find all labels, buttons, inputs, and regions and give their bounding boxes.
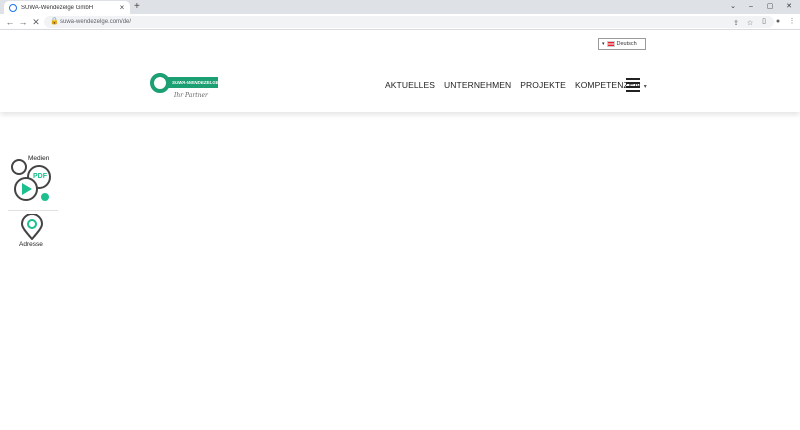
window-minimize-button[interactable]: – xyxy=(742,0,760,14)
logo-ring-icon xyxy=(150,73,170,93)
window-close-button[interactable]: ✕ xyxy=(780,0,798,14)
location-pin-icon xyxy=(20,214,44,240)
side-panel-icon[interactable]: ▯ xyxy=(758,16,770,28)
logo-signature: Ihr Partner xyxy=(174,92,208,99)
forward-button[interactable]: → xyxy=(17,16,29,28)
stop-loading-button[interactable]: ✕ xyxy=(30,16,42,28)
site-header: ▾ Deutsch SUWA-WENDEZELGE Ihr Partner AK… xyxy=(0,30,800,112)
lock-icon[interactable]: 🔒 xyxy=(50,18,59,26)
hamburger-line xyxy=(626,90,640,92)
nav-aktuelles[interactable]: AKTUELLES xyxy=(385,80,435,90)
new-tab-button[interactable]: + xyxy=(134,1,140,13)
tab-search-icon[interactable]: ⌄ xyxy=(724,0,742,14)
adresse-label: Adresse xyxy=(19,241,43,248)
pdf-badge: PDF xyxy=(33,173,47,180)
browser-tabstrip: SUWA-Wendezelge GmbH × + ⌄ – ▢ ✕ xyxy=(0,0,800,14)
language-selector[interactable]: ▾ Deutsch xyxy=(598,38,646,50)
austria-flag-icon xyxy=(606,41,615,47)
hamburger-line xyxy=(626,82,640,84)
main-navigation: AKTUELLES UNTERNEHMEN PROJEKTE KOMPETENZ… xyxy=(385,79,656,91)
back-button[interactable]: ← xyxy=(4,16,16,28)
logo-wordmark: SUWA-WENDEZELGE xyxy=(166,77,218,88)
browser-toolbar: ← → ✕ 🔒 suwa-wendezelge.com/de/ ⇪ ☆ ▯ ● … xyxy=(0,14,800,30)
browser-menu-icon[interactable]: ⋮ xyxy=(786,16,798,28)
side-quicklinks: Medien PDF Adresse xyxy=(8,153,60,253)
hamburger-line xyxy=(626,86,640,88)
site-logo[interactable]: SUWA-WENDEZELGE Ihr Partner xyxy=(150,73,220,103)
chevron-down-icon: ▾ xyxy=(643,84,647,90)
site-favicon-icon xyxy=(9,3,17,12)
hamburger-line xyxy=(626,78,640,80)
nav-projekte[interactable]: PROJEKTE xyxy=(520,80,566,90)
language-caret-icon: ▾ xyxy=(602,41,605,47)
tab-title: SUWA-Wendezelge GmbH xyxy=(21,4,94,11)
url-text[interactable]: suwa-wendezelge.com/de/ xyxy=(60,18,131,26)
widget-divider xyxy=(8,210,58,211)
share-icon[interactable]: ⇪ xyxy=(730,18,742,30)
address-bar[interactable]: 🔒 suwa-wendezelge.com/de/ ⇪ ☆ xyxy=(44,16,774,28)
hamburger-menu-button[interactable] xyxy=(626,78,640,92)
media-icon xyxy=(11,159,51,201)
nav-unternehmen[interactable]: UNTERNEHMEN xyxy=(444,80,511,90)
tab-close-icon[interactable]: × xyxy=(117,3,127,12)
profile-icon[interactable]: ● xyxy=(772,16,784,28)
bookmark-star-icon[interactable]: ☆ xyxy=(744,18,756,30)
window-restore-button[interactable]: ▢ xyxy=(761,0,779,14)
language-label: Deutsch xyxy=(616,41,637,47)
browser-tab[interactable]: SUWA-Wendezelge GmbH × xyxy=(4,1,130,14)
